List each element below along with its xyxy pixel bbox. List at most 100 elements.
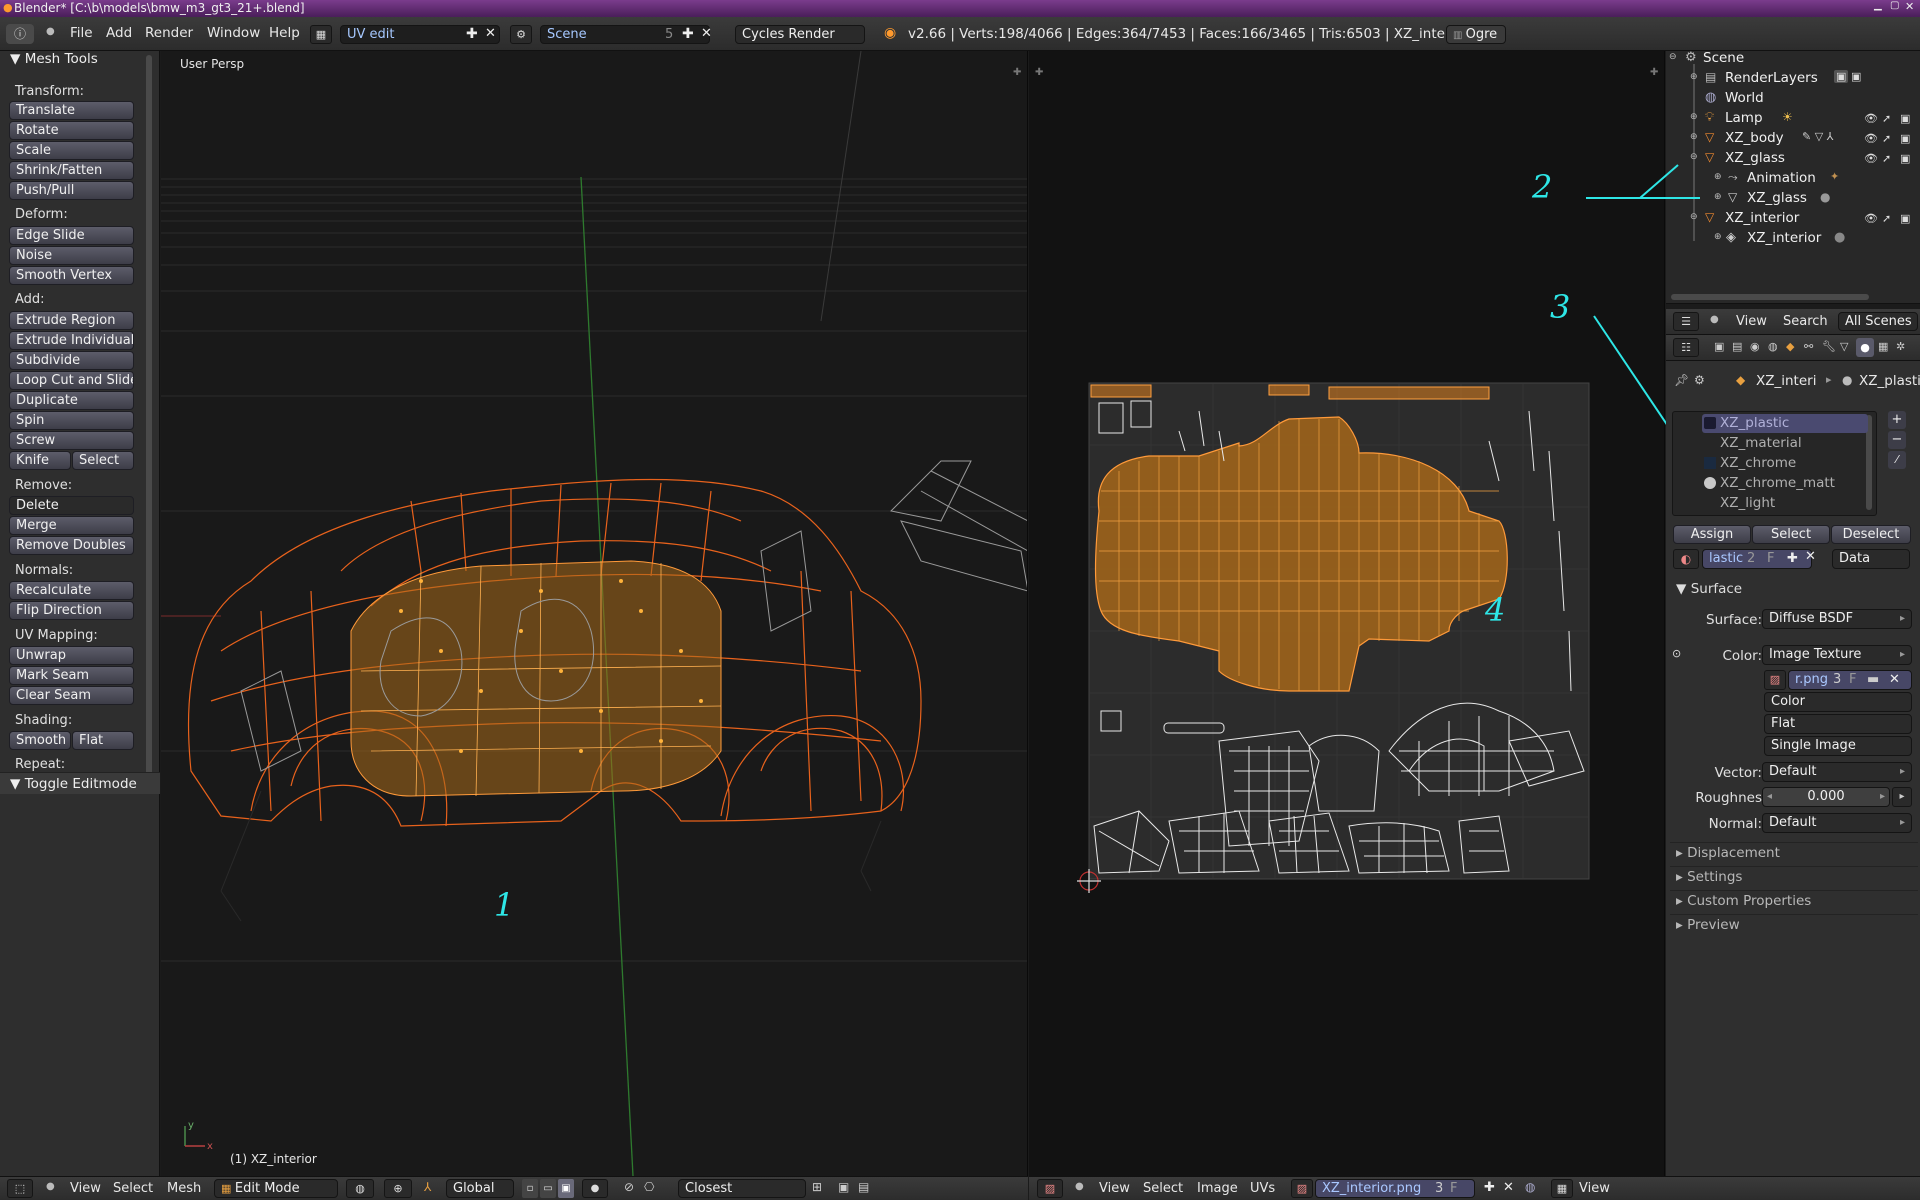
- toggle-editmode-panel[interactable]: ▼ Toggle Editmode: [0, 772, 160, 794]
- constraints-tab-icon[interactable]: ⚯: [1804, 340, 1813, 353]
- expand-icon[interactable]: ⊖: [1690, 152, 1698, 162]
- render-tab-icon[interactable]: ▣: [1714, 340, 1724, 353]
- outliner-view-menu[interactable]: View: [1736, 314, 1767, 329]
- color-input-select[interactable]: Image Texture ▸: [1762, 645, 1912, 665]
- subdivide-button[interactable]: Subdivide: [9, 351, 134, 370]
- material-link-select[interactable]: Data: [1832, 549, 1910, 569]
- displacement-panel-header[interactable]: ▸ Displacement: [1676, 845, 1780, 861]
- menu-render[interactable]: Render: [145, 25, 193, 41]
- expand-icon[interactable]: ⊕: [1714, 172, 1722, 182]
- visibility-eye-icon[interactable]: 👁︎: [1864, 212, 1878, 225]
- assign-button[interactable]: Assign: [1673, 525, 1751, 544]
- preview-panel-header[interactable]: ▸ Preview: [1676, 917, 1740, 933]
- roughness-field[interactable]: ◂ 0.000 ▸: [1762, 787, 1890, 807]
- minimize-icon[interactable]: ▁: [1874, 0, 1888, 14]
- expand-icon[interactable]: ⊕: [1714, 192, 1722, 202]
- merge-button[interactable]: Merge: [9, 516, 134, 535]
- pin-icon[interactable]: 📌︎: [1674, 373, 1689, 387]
- collapse-menu-icon[interactable]: ●: [46, 1181, 55, 1192]
- shrink-fatten-button[interactable]: Shrink/Fatten: [9, 161, 134, 180]
- manipulator-icon[interactable]: ⅄: [424, 1180, 431, 1194]
- clear-seam-button[interactable]: Clear Seam: [9, 686, 134, 705]
- vertex-select-icon[interactable]: ▫: [522, 1179, 538, 1198]
- outliner-animation[interactable]: Animation: [1747, 170, 1816, 186]
- face-select-icon[interactable]: ▣: [558, 1179, 574, 1198]
- collapse-menu-icon[interactable]: ●: [46, 26, 55, 37]
- render-camera-icon[interactable]: ▣: [1900, 212, 1910, 225]
- image-browse-icon[interactable]: ▨: [1291, 1179, 1313, 1198]
- expand-icon[interactable]: ⊕: [1690, 112, 1698, 122]
- snap-element-icon[interactable]: ⊞: [812, 1180, 822, 1194]
- render-camera-icon[interactable]: ▣: [1900, 152, 1910, 165]
- projection-select[interactable]: Flat: [1764, 714, 1912, 734]
- outliner-xz-interior-mesh[interactable]: XZ_interior: [1747, 230, 1821, 246]
- outliner-search-menu[interactable]: Search: [1783, 314, 1828, 329]
- uv-pin-icon[interactable]: ◍: [1525, 1180, 1535, 1194]
- visibility-eye-icon[interactable]: 👁︎: [1864, 152, 1878, 165]
- pivot-point-icon[interactable]: ⊕: [384, 1179, 412, 1198]
- render-camera-icon[interactable]: ▣: [1900, 132, 1910, 145]
- uv-view-label[interactable]: View: [1579, 1181, 1610, 1196]
- edge-select-icon[interactable]: ▭: [540, 1179, 556, 1198]
- add-screen-icon[interactable]: ✚: [466, 26, 478, 42]
- uv-menu-select[interactable]: Select: [1143, 1181, 1183, 1196]
- menu-add[interactable]: Add: [106, 25, 132, 41]
- snap-target-select[interactable]: Closest: [678, 1179, 806, 1198]
- remove-material-slot-icon[interactable]: −: [1888, 431, 1906, 449]
- collapse-menu-icon[interactable]: ●: [1075, 1181, 1084, 1192]
- remove-scene-icon[interactable]: ✕: [701, 26, 712, 41]
- remove-screen-icon[interactable]: ✕: [485, 26, 496, 41]
- outliner-xz-glass-mesh[interactable]: XZ_glass: [1747, 190, 1807, 206]
- screen-layout-icon[interactable]: ▦: [310, 25, 332, 44]
- flip-direction-button[interactable]: Flip Direction: [9, 601, 134, 620]
- transform-orientation-select[interactable]: Global: [446, 1179, 514, 1198]
- data-tab-icon[interactable]: ▽: [1840, 340, 1848, 353]
- outliner-editor-icon[interactable]: ☰: [1673, 312, 1699, 331]
- mark-seam-button[interactable]: Mark Seam: [9, 666, 134, 685]
- outliner-renderlayers[interactable]: RenderLayers: [1725, 70, 1818, 86]
- expand-icon[interactable]: ⊕: [1714, 232, 1722, 242]
- expand-icon[interactable]: ⊕: [1690, 72, 1698, 82]
- uv-editor-type-icon[interactable]: ▨: [1037, 1179, 1063, 1198]
- outliner-lamp[interactable]: Lamp: [1725, 110, 1763, 126]
- increment-icon[interactable]: ▸: [1880, 788, 1885, 806]
- properties-editor-icon[interactable]: ☷: [1673, 338, 1699, 357]
- material-slot[interactable]: XZ_chrome_matt: [1702, 474, 1868, 493]
- modifiers-tab-icon[interactable]: 🔧︎: [1822, 340, 1836, 353]
- push-pull-button[interactable]: Push/Pull: [9, 181, 134, 200]
- uv-menu-view[interactable]: View: [1099, 1181, 1130, 1196]
- knife-button[interactable]: Knife: [9, 451, 71, 470]
- opengl-anim-icon[interactable]: ▤: [858, 1180, 869, 1194]
- menu-window[interactable]: Window: [207, 25, 260, 41]
- uv-menu-image[interactable]: Image: [1197, 1181, 1238, 1196]
- extrude-individual-button[interactable]: Extrude Individual: [9, 331, 134, 350]
- uv-image-name-field[interactable]: XZ_interior.png 3 F: [1315, 1179, 1475, 1198]
- texture-tab-icon[interactable]: ▦: [1878, 340, 1888, 353]
- info-editor-icon[interactable]: ⓘ: [6, 24, 34, 44]
- select-arrow-icon[interactable]: ➚: [1882, 132, 1891, 145]
- material-name-field[interactable]: lastic 2 F ✚: [1702, 549, 1812, 569]
- scene-tab-icon[interactable]: ◉: [1750, 340, 1760, 353]
- outliner-xz-interior[interactable]: XZ_interior: [1725, 210, 1799, 226]
- uv-menu-uvs[interactable]: UVs: [1250, 1181, 1275, 1196]
- select-arrow-icon[interactable]: ➚: [1882, 112, 1891, 125]
- image-name-field[interactable]: r.png 3 F ▬ ✕: [1788, 670, 1912, 690]
- select-material-button[interactable]: Select: [1752, 525, 1830, 544]
- recalculate-button[interactable]: Recalculate: [9, 581, 134, 600]
- image-fake-user-toggle[interactable]: F: [1849, 671, 1856, 689]
- noise-button[interactable]: Noise: [9, 246, 134, 265]
- breadcrumb-material[interactable]: XZ_plasti: [1859, 373, 1920, 389]
- spin-button[interactable]: Spin: [9, 411, 134, 430]
- world-tab-icon[interactable]: ◍: [1768, 340, 1778, 353]
- outliner-display-select[interactable]: All Scenes: [1838, 312, 1918, 331]
- particles-tab-icon[interactable]: ✲: [1896, 340, 1905, 353]
- remove-doubles-button[interactable]: Remove Doubles: [9, 536, 134, 555]
- 3d-menu-select[interactable]: Select: [113, 1181, 153, 1196]
- surface-shader-select[interactable]: Diffuse BSDF ▸: [1762, 609, 1912, 629]
- menu-help[interactable]: Help: [269, 25, 300, 41]
- screw-button[interactable]: Screw: [9, 431, 134, 450]
- open-image-icon[interactable]: ▬: [1867, 671, 1879, 689]
- collapse-menu-icon[interactable]: ●: [1710, 314, 1719, 325]
- add-scene-icon[interactable]: ✚: [682, 26, 694, 42]
- smooth-button[interactable]: Smooth: [9, 731, 71, 750]
